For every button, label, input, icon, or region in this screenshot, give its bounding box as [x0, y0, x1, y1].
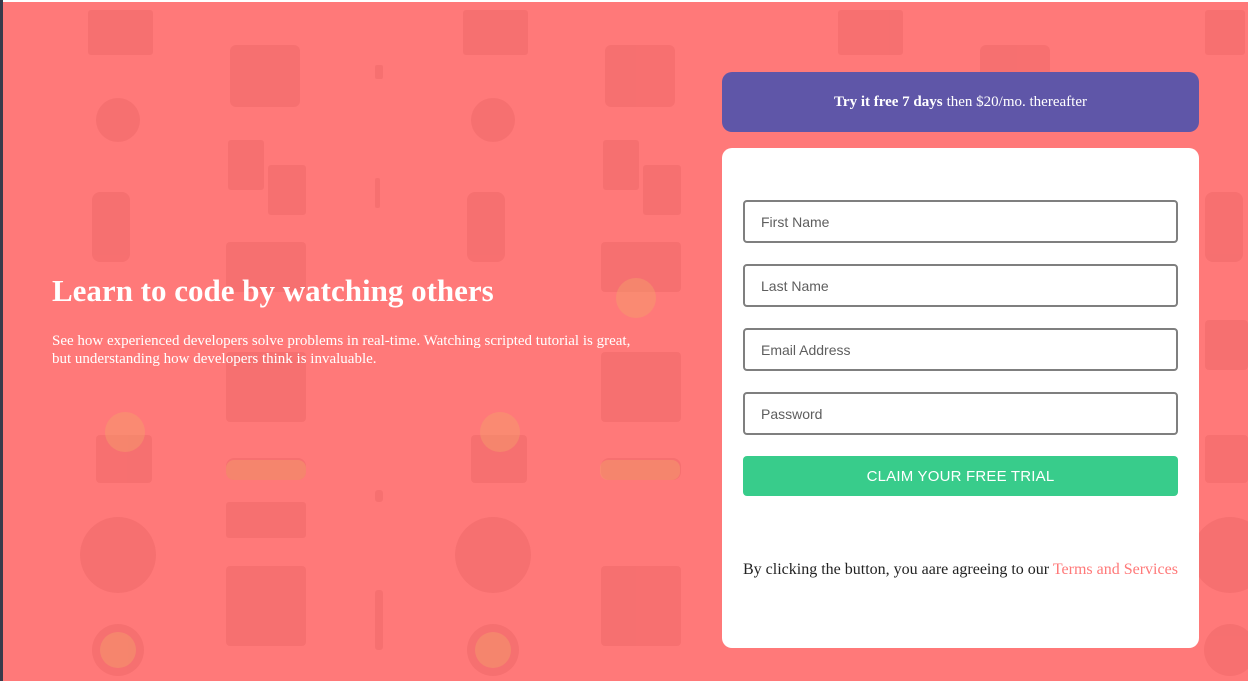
- banner-rest-text: then $20/mo. thereafter: [946, 93, 1087, 110]
- trial-banner: Try it free 7 days then $20/mo. thereaft…: [722, 72, 1199, 132]
- banner-bold-text: Try it free 7 days: [834, 93, 943, 110]
- email-input[interactable]: [743, 328, 1178, 371]
- hero-title: Learn to code by watching others: [52, 273, 494, 308]
- terms-notice: By clicking the button, you aare agreein…: [743, 561, 1193, 579]
- page: Learn to code by watching others See how…: [0, 0, 1248, 681]
- signup-card: CLAIM YOUR FREE TRIAL By clicking the bu…: [722, 148, 1199, 648]
- terms-text: By clicking the button, you aare agreein…: [743, 561, 1050, 578]
- terms-link[interactable]: Terms and Services: [1053, 561, 1178, 578]
- hero: Learn to code by watching others See how…: [52, 272, 632, 368]
- password-input[interactable]: [743, 392, 1178, 435]
- claim-free-trial-button[interactable]: CLAIM YOUR FREE TRIAL: [743, 456, 1178, 496]
- first-name-input[interactable]: [743, 200, 1178, 243]
- hero-description: See how experienced developers solve pro…: [52, 333, 631, 367]
- last-name-input[interactable]: [743, 264, 1178, 307]
